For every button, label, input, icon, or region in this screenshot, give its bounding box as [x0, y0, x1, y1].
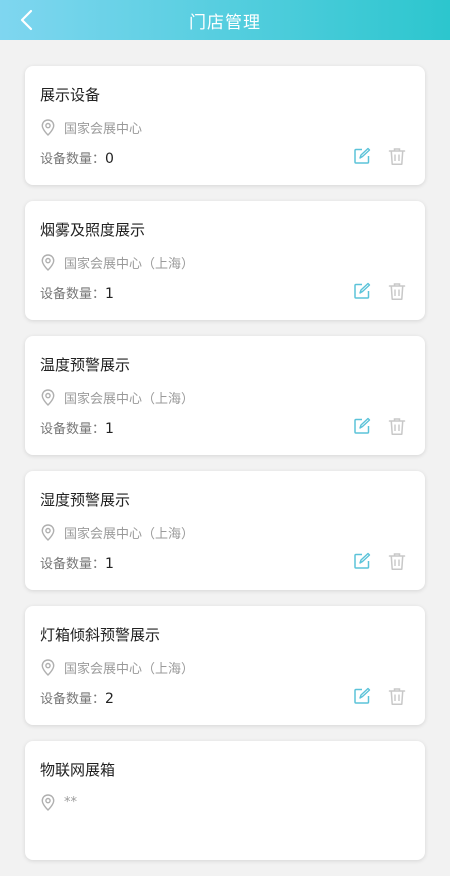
device-count-label: 设备数量：	[40, 557, 106, 572]
edit-button[interactable]	[352, 551, 372, 571]
edit-button[interactable]	[352, 281, 372, 301]
card-actions	[352, 686, 407, 706]
store-location: 国家会展中心（上海）	[40, 523, 194, 542]
edit-icon	[354, 147, 371, 164]
map-pin-icon	[40, 659, 56, 677]
map-pin-icon	[40, 254, 56, 272]
map-pin-icon	[40, 524, 56, 542]
device-count: 设备数量：2	[40, 688, 114, 707]
store-card[interactable]: 烟雾及照度展示 国家会展中心（上海） 设备数量：1	[25, 201, 425, 320]
trash-icon	[388, 687, 406, 705]
store-location-text: 国家会展中心	[64, 122, 143, 137]
back-button[interactable]	[14, 8, 38, 32]
trash-icon	[388, 417, 406, 435]
store-list: 展示设备 国家会展中心 设备数量：0 烟雾及照度展示 国家会展中心（上海） 设备…	[25, 66, 425, 876]
store-name: 物联网展箱	[40, 761, 116, 779]
device-count-value: 1	[105, 421, 114, 437]
card-actions	[352, 416, 407, 436]
store-card[interactable]: 物联网展箱 **	[25, 741, 425, 860]
edit-icon	[354, 417, 371, 434]
trash-icon	[388, 282, 406, 300]
device-count-label: 设备数量：	[40, 287, 106, 302]
device-count: 设备数量：0	[40, 148, 114, 167]
store-name: 湿度预警展示	[40, 491, 131, 509]
device-count-value: 2	[105, 691, 114, 707]
device-count-label: 设备数量：	[40, 692, 106, 707]
edit-button[interactable]	[352, 146, 372, 166]
delete-button[interactable]	[387, 686, 407, 706]
card-actions	[352, 146, 407, 166]
store-card[interactable]: 展示设备 国家会展中心 设备数量：0	[25, 66, 425, 185]
delete-button[interactable]	[387, 281, 407, 301]
store-name: 温度预警展示	[40, 356, 131, 374]
card-actions	[352, 281, 407, 301]
store-location: 国家会展中心（上海）	[40, 658, 194, 677]
map-pin-icon	[40, 389, 56, 407]
store-location: 国家会展中心（上海）	[40, 388, 194, 407]
device-count: 设备数量：1	[40, 418, 114, 437]
store-name: 灯箱倾斜预警展示	[40, 626, 161, 644]
device-count-label: 设备数量：	[40, 152, 106, 167]
page-title: 门店管理	[189, 12, 261, 33]
store-location: 国家会展中心（上海）	[40, 253, 194, 272]
device-count-value: 1	[105, 556, 114, 572]
trash-icon	[388, 552, 406, 570]
store-location-text: **	[64, 794, 77, 810]
device-count-value: 0	[105, 151, 114, 167]
store-location: **	[40, 793, 77, 811]
store-location-text: 国家会展中心（上海）	[64, 392, 195, 407]
device-count: 设备数量：1	[40, 553, 114, 572]
store-card[interactable]: 灯箱倾斜预警展示 国家会展中心（上海） 设备数量：2	[25, 606, 425, 725]
device-count-value: 1	[105, 286, 114, 302]
trash-icon	[388, 147, 406, 165]
edit-icon	[354, 282, 371, 299]
card-actions	[352, 551, 407, 571]
store-location-text: 国家会展中心（上海）	[64, 662, 195, 677]
edit-button[interactable]	[352, 416, 372, 436]
delete-button[interactable]	[387, 551, 407, 571]
edit-icon	[354, 552, 371, 569]
delete-button[interactable]	[387, 416, 407, 436]
store-card[interactable]: 湿度预警展示 国家会展中心（上海） 设备数量：1	[25, 471, 425, 590]
store-location-text: 国家会展中心（上海）	[64, 527, 195, 542]
delete-button[interactable]	[387, 146, 407, 166]
store-location-text: 国家会展中心（上海）	[64, 257, 195, 272]
store-name: 展示设备	[40, 86, 101, 104]
store-location: 国家会展中心	[40, 118, 142, 137]
store-name: 烟雾及照度展示	[40, 221, 146, 239]
edit-icon	[354, 687, 371, 704]
top-bar: 门店管理	[0, 0, 450, 40]
map-pin-icon	[40, 793, 56, 811]
store-card[interactable]: 温度预警展示 国家会展中心（上海） 设备数量：1	[25, 336, 425, 455]
map-pin-icon	[40, 119, 56, 137]
chevron-left-icon	[20, 9, 33, 31]
edit-button[interactable]	[352, 686, 372, 706]
device-count-label: 设备数量：	[40, 422, 106, 437]
device-count: 设备数量：1	[40, 283, 114, 302]
